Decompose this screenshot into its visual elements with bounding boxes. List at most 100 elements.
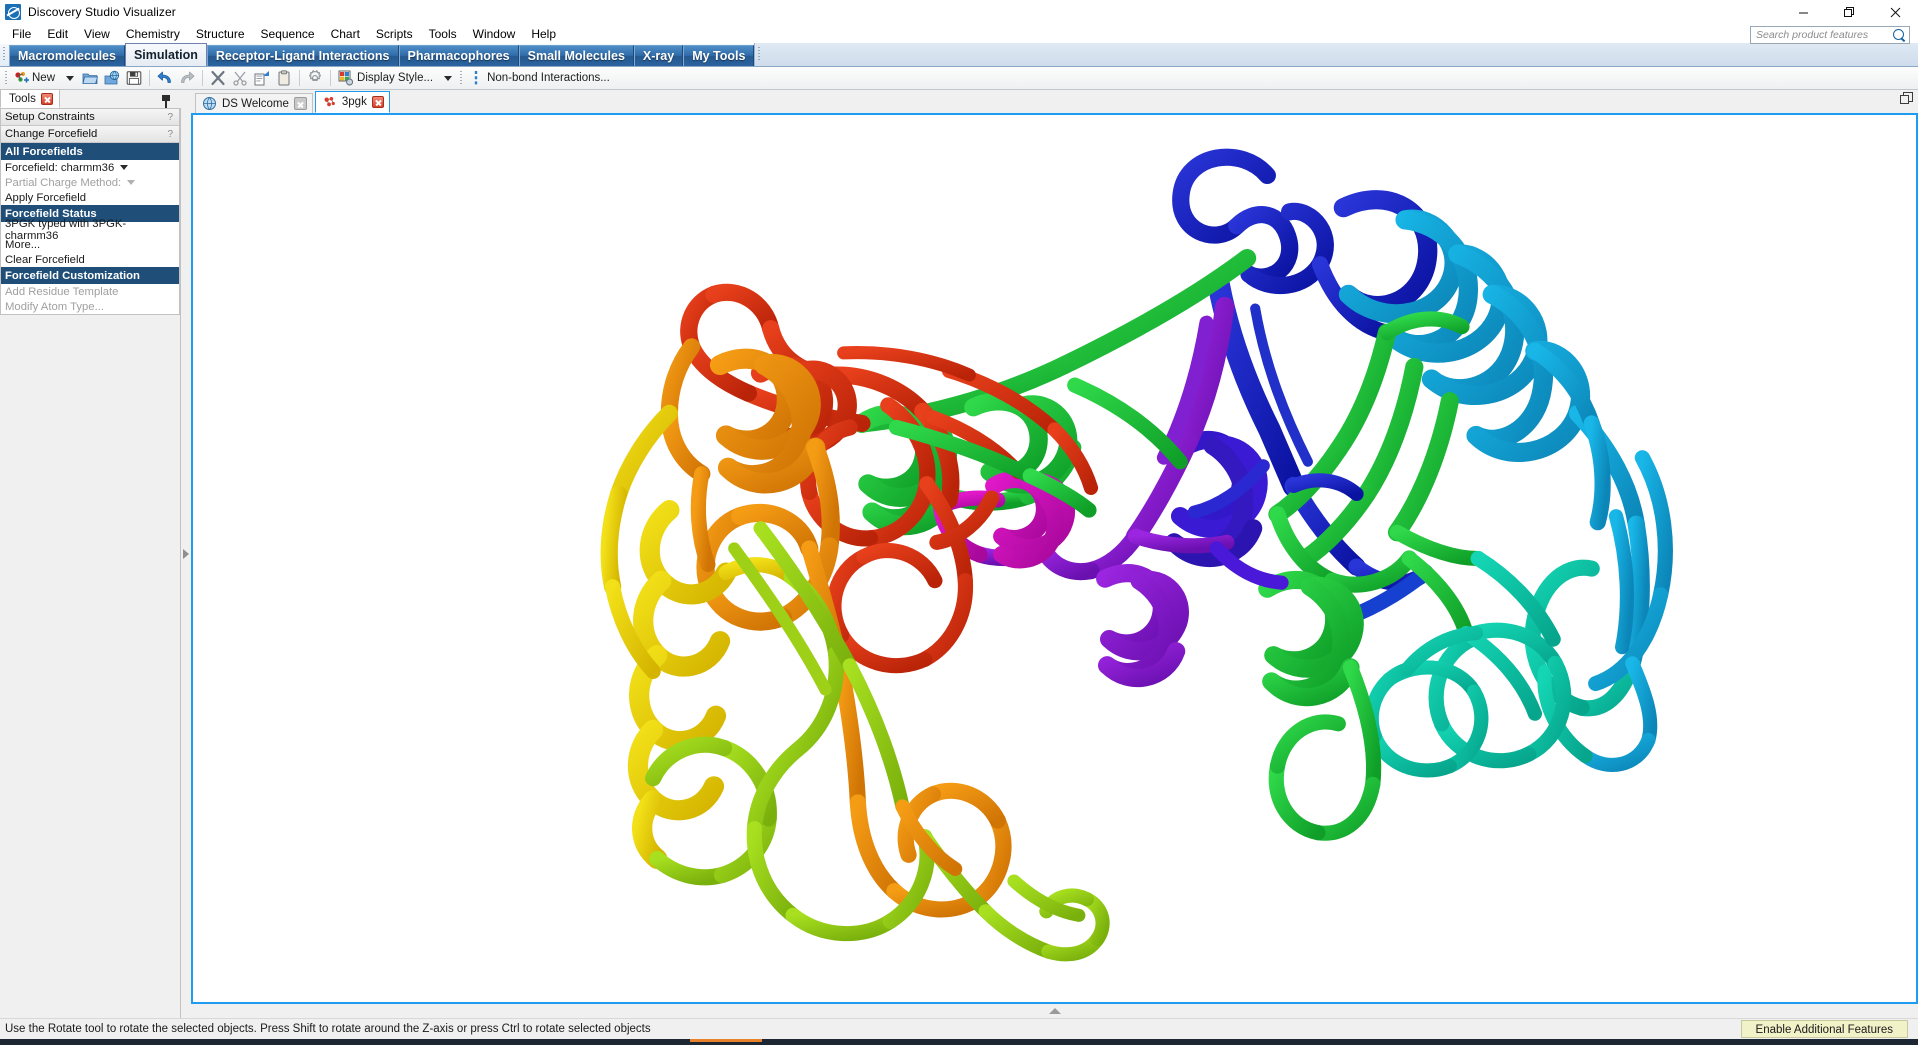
paste-clipboard-icon — [276, 70, 292, 86]
minimize-icon[interactable] — [1780, 0, 1826, 24]
copy-button[interactable] — [251, 68, 273, 89]
chevron-right-icon — [183, 549, 189, 559]
pin-icon[interactable] — [159, 94, 173, 108]
help-icon[interactable]: ? — [167, 112, 173, 123]
chevron-up-icon[interactable] — [1049, 1008, 1061, 1014]
window-controls — [1780, 0, 1918, 24]
restore-icon[interactable] — [1826, 0, 1872, 24]
document-tab-bar: DS Welcome 3pgk — [191, 90, 1918, 113]
toolbar-grip-handle[interactable] — [2, 68, 10, 88]
menu-item-chart[interactable]: Chart — [323, 24, 368, 44]
chevron-down-icon[interactable] — [120, 165, 128, 170]
display-style-dropdown-button[interactable] — [436, 68, 457, 89]
row-clear-forcefield[interactable]: Clear Forcefield — [1, 252, 179, 267]
tab-xray[interactable]: X-ray — [634, 45, 683, 66]
search-input[interactable] — [1756, 29, 1893, 41]
ribbon-grip-handle[interactable] — [0, 43, 9, 66]
tools-panel-content: Setup Constraints ? Change Forcefield ? … — [0, 109, 180, 315]
row-label: More... — [5, 239, 40, 251]
close-icon[interactable] — [372, 96, 384, 108]
section-setup-constraints[interactable]: Setup Constraints ? — [1, 109, 179, 126]
tab-my-tools[interactable]: My Tools — [683, 45, 754, 66]
open-from-web-button[interactable] — [101, 68, 123, 89]
toolbar-separator — [149, 70, 150, 86]
ribbon-filler — [754, 43, 1918, 66]
redo-icon — [179, 70, 195, 86]
molecule-viewport-panel[interactable] — [191, 113, 1918, 1004]
viewport-collapse-bar[interactable] — [191, 1004, 1918, 1018]
menu-item-sequence[interactable]: Sequence — [253, 24, 323, 44]
redo-button[interactable] — [176, 68, 198, 89]
row-label: Apply Forcefield — [5, 192, 86, 204]
close-icon[interactable] — [41, 93, 53, 105]
display-style-button[interactable]: Display Style... — [335, 68, 436, 89]
document-tab-3pgk[interactable]: 3pgk — [315, 91, 390, 113]
taskbar-active-indicator — [690, 1039, 762, 1042]
open-folder-icon — [82, 70, 98, 86]
molecule-icon — [322, 95, 337, 110]
status-bar: Use the Rotate tool to rotate the select… — [0, 1018, 1918, 1039]
molecule-3d-viewport[interactable] — [193, 115, 1916, 1002]
close-icon[interactable] — [1872, 0, 1918, 24]
gear-icon — [307, 70, 323, 86]
tab-pharmacophores[interactable]: Pharmacophores — [399, 45, 519, 66]
row-partial-charge-method[interactable]: Partial Charge Method: — [1, 175, 179, 190]
section-header-all-forcefields: All Forcefields — [1, 143, 179, 160]
document-tab-ds-welcome[interactable]: DS Welcome — [195, 93, 313, 113]
new-button[interactable]: New — [10, 68, 58, 89]
menu-item-structure[interactable]: Structure — [188, 24, 253, 44]
new-button-label: New — [32, 72, 55, 84]
tab-macromolecules[interactable]: Macromolecules — [9, 45, 125, 66]
row-forcefield-select[interactable]: Forcefield: charmm36 — [1, 160, 179, 175]
document-tab-label: DS Welcome — [222, 98, 289, 110]
chevron-down-icon — [444, 76, 452, 81]
section-change-forcefield[interactable]: Change Forcefield ? — [1, 126, 179, 143]
application-window: Discovery Studio Visualizer File Edit — [0, 0, 1918, 1045]
row-forcefield-status-text: 3PGK typed with 3PGK-charmm36 — [1, 222, 179, 237]
toolbar-separator — [330, 70, 331, 86]
menu-item-chemistry[interactable]: Chemistry — [118, 24, 188, 44]
search-box[interactable] — [1750, 26, 1910, 44]
title-bar: Discovery Studio Visualizer — [0, 0, 1918, 24]
close-icon[interactable] — [294, 97, 307, 110]
display-style-icon — [338, 70, 354, 86]
globe-icon — [202, 96, 217, 111]
menu-item-edit[interactable]: Edit — [39, 24, 76, 44]
row-apply-forcefield[interactable]: Apply Forcefield — [1, 190, 179, 205]
tools-panel-tab-row: Tools — [0, 90, 181, 109]
menu-item-scripts[interactable]: Scripts — [368, 24, 421, 44]
non-bond-interactions-button[interactable]: Non-bond Interactions... — [465, 68, 613, 89]
cut-button[interactable] — [229, 68, 251, 89]
paste-button[interactable] — [273, 68, 295, 89]
search-icon[interactable] — [1893, 29, 1906, 42]
menu-item-help[interactable]: Help — [523, 24, 564, 44]
tab-small-molecules[interactable]: Small Molecules — [519, 45, 634, 66]
row-add-residue-template[interactable]: Add Residue Template — [1, 284, 179, 299]
tab-simulation[interactable]: Simulation — [125, 43, 207, 66]
restore-window-icon[interactable] — [1900, 92, 1914, 106]
ribbon-tab-strip: Macromolecules Simulation Receptor-Ligan… — [0, 44, 1918, 67]
display-style-label: Display Style... — [357, 72, 433, 84]
protein-ribbon-render — [193, 115, 1916, 1002]
status-message: Use the Rotate tool to rotate the select… — [5, 1023, 651, 1035]
chevron-down-icon[interactable] — [127, 180, 135, 185]
undo-button[interactable] — [154, 68, 176, 89]
tools-panel: Tools Setup Constraints ? Change Forcefi… — [0, 90, 181, 1018]
menu-item-tools[interactable]: Tools — [421, 24, 465, 44]
panel-splitter[interactable] — [181, 90, 191, 1018]
non-bond-interactions-label: Non-bond Interactions... — [487, 72, 610, 84]
menu-item-window[interactable]: Window — [465, 24, 524, 44]
tab-receptor-ligand-interactions[interactable]: Receptor-Ligand Interactions — [207, 45, 399, 66]
menu-item-file[interactable]: File — [4, 24, 39, 44]
menu-item-view[interactable]: View — [76, 24, 118, 44]
toolbar-grip-handle-2[interactable] — [457, 68, 465, 88]
row-modify-atom-type[interactable]: Modify Atom Type... — [1, 299, 179, 314]
preferences-button[interactable] — [304, 68, 326, 89]
save-button[interactable] — [123, 68, 145, 89]
tools-panel-tab[interactable]: Tools — [0, 89, 60, 108]
enable-additional-features-button[interactable]: Enable Additional Features — [1741, 1020, 1908, 1038]
new-dropdown-button[interactable] — [58, 68, 79, 89]
open-button[interactable] — [79, 68, 101, 89]
delete-button[interactable] — [207, 68, 229, 89]
help-icon[interactable]: ? — [167, 129, 173, 140]
